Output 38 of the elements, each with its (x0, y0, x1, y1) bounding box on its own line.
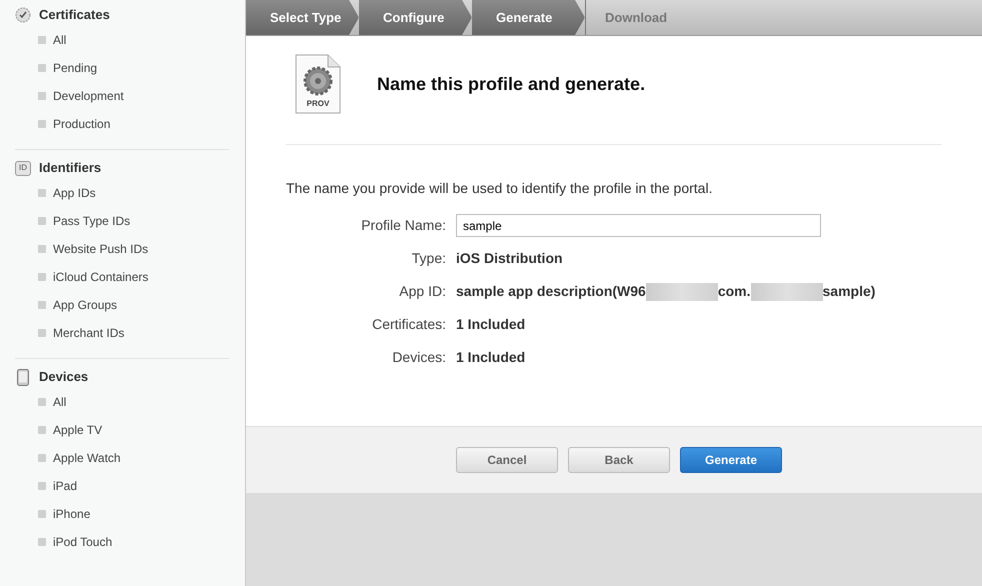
field-label: Devices: (391, 348, 446, 367)
sidebar-section-title: Identifiers (39, 159, 102, 178)
field-label: Type: (410, 249, 446, 268)
phone-icon (17, 368, 29, 386)
sidebar-item[interactable]: iPhone (15, 500, 229, 528)
sidebar-item[interactable]: All (15, 388, 229, 416)
action-button[interactable]: Generate (680, 447, 782, 473)
sidebar-item[interactable]: All (15, 26, 229, 54)
field-value: iOS Distribution (456, 249, 563, 268)
intro-text: The name you provide will be used to identify the profile in the portal. (286, 179, 714, 198)
field-label: Certificates: (371, 315, 446, 334)
field-value: 1 Included (456, 315, 526, 334)
sidebar-item[interactable]: Apple Watch (15, 444, 229, 472)
profile-document-icon: PROV (294, 54, 342, 114)
sidebar-item[interactable]: App IDs (15, 179, 229, 207)
sidebar-item[interactable]: Website Push IDs (15, 235, 229, 263)
sidebar-item[interactable]: iPad (15, 472, 229, 500)
field-value: sample app description(W96 com. sample) (456, 282, 876, 302)
page-title: Name this profile and generate. (377, 72, 646, 96)
certificate-seal-icon (15, 7, 31, 23)
field-value: 1 Included (456, 348, 526, 367)
sidebar-item[interactable]: App Groups (15, 291, 229, 319)
sidebar-item[interactable]: iCloud Containers (15, 263, 229, 291)
sidebar-section-title: Devices (39, 368, 88, 386)
sidebar-section-title: Certificates (39, 6, 110, 24)
sidebar-item[interactable]: Merchant IDs (15, 319, 229, 347)
field-label: Profile Name: (360, 216, 446, 235)
sidebar-item[interactable]: Pending (15, 54, 229, 82)
action-button[interactable]: Back (568, 447, 670, 473)
sidebar-item[interactable]: Production (15, 110, 229, 138)
sidebar-item[interactable]: iPod Touch (15, 528, 229, 556)
id-card-icon: ID (15, 160, 31, 176)
sidebar-item[interactable]: Pass Type IDs (15, 207, 229, 235)
sidebar-item[interactable]: Development (15, 82, 229, 110)
sidebar-item[interactable]: Apple TV (15, 416, 229, 444)
field-label: App ID: (398, 282, 446, 301)
profile-name-field[interactable]: sample (456, 214, 821, 237)
action-button[interactable]: Cancel (456, 447, 558, 473)
